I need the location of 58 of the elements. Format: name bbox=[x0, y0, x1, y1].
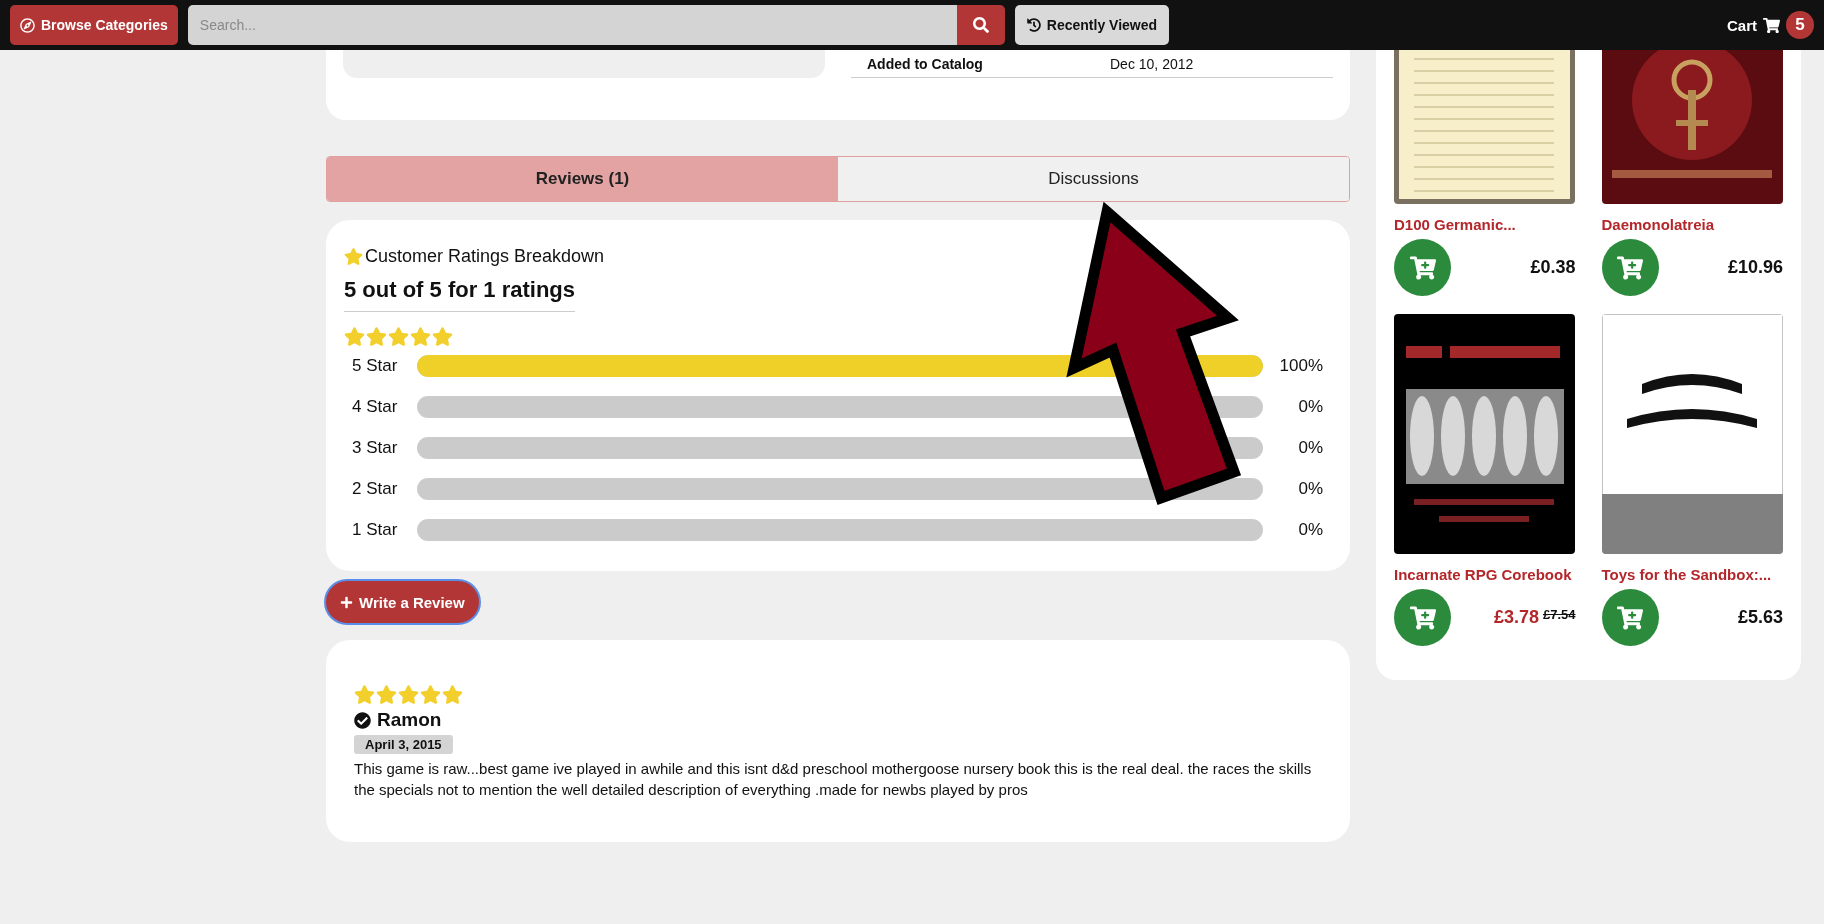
tab[interactable]: Reviews (1) bbox=[327, 157, 838, 201]
add-to-cart-button[interactable] bbox=[1601, 589, 1659, 646]
product-title[interactable]: D100 Germanic... bbox=[1394, 216, 1576, 233]
product-price: £3.78 bbox=[1493, 607, 1539, 628]
star-label: 5 Star bbox=[351, 356, 399, 376]
star-icon bbox=[442, 684, 463, 705]
search-icon bbox=[972, 17, 989, 33]
star-label: 4 Star bbox=[351, 397, 399, 417]
cart-count: 5 bbox=[1786, 11, 1814, 39]
recently-viewed-button[interactable]: Recently Viewed bbox=[1014, 5, 1170, 45]
add-to-cart-button[interactable] bbox=[1394, 239, 1451, 296]
review-date: April 3, 2015 bbox=[354, 735, 453, 754]
star-icon bbox=[420, 684, 441, 705]
history-icon bbox=[1026, 18, 1041, 32]
rating-percent: 0% bbox=[1297, 520, 1323, 540]
cart-plus-icon bbox=[1409, 254, 1436, 281]
detail-value: Dec 10, 2012 bbox=[1110, 55, 1194, 72]
browse-categories-button[interactable]: Browse Categories bbox=[10, 5, 178, 45]
star-icon bbox=[410, 326, 431, 347]
product-price: £0.38 bbox=[1530, 257, 1576, 278]
rating-percent: 100% bbox=[1278, 356, 1323, 376]
old-price: £7.54 bbox=[1542, 607, 1576, 622]
write-review-button[interactable]: Write a Review bbox=[324, 579, 481, 625]
compass-icon bbox=[20, 17, 35, 33]
ratings-summary: 5 out of 5 for 1 ratings bbox=[344, 277, 576, 312]
ratings-title: Customer Ratings Breakdown bbox=[365, 246, 605, 267]
cart-link[interactable]: Cart 5 bbox=[1727, 11, 1814, 39]
review-author: Ramon bbox=[377, 709, 442, 731]
star-label: 1 Star bbox=[351, 520, 399, 540]
search-field[interactable]: Search... bbox=[187, 5, 957, 45]
search-button[interactable] bbox=[956, 5, 1005, 45]
cart-icon bbox=[1763, 16, 1780, 34]
add-to-cart-button[interactable] bbox=[1601, 239, 1659, 296]
product-title[interactable]: Daemonolatreia bbox=[1601, 216, 1783, 233]
cart-plus-icon bbox=[1617, 254, 1643, 281]
product-price: £5.63 bbox=[1737, 607, 1783, 628]
add-to-cart-button[interactable] bbox=[1394, 589, 1451, 646]
star-icon bbox=[398, 684, 419, 705]
star-icon bbox=[344, 326, 365, 347]
cart-plus-icon bbox=[1409, 604, 1436, 631]
star-icon bbox=[366, 326, 387, 347]
review-text: This game is raw...best game ive played in awhile and this isnt d&d preschool mothergoose nursery book this is the real deal. the races the skills the specials not to mention the well detailed description of everything .made for newbs played by pros bbox=[354, 759, 1313, 800]
star-label: 2 Star bbox=[351, 479, 399, 499]
star-icon bbox=[432, 326, 453, 347]
rating-percent: 0% bbox=[1297, 479, 1323, 499]
star-icon bbox=[388, 326, 409, 347]
star-icon bbox=[354, 684, 375, 705]
star-icon bbox=[376, 684, 397, 705]
product-price: £10.96 bbox=[1727, 257, 1783, 278]
detail-label: Added to Catalog bbox=[866, 55, 984, 72]
star-icon bbox=[344, 247, 363, 266]
plus-icon bbox=[340, 595, 353, 609]
cart-plus-icon bbox=[1617, 604, 1643, 631]
rating-percent: 0% bbox=[1297, 397, 1323, 417]
rating-percent: 0% bbox=[1297, 438, 1323, 458]
star-label: 3 Star bbox=[351, 438, 399, 458]
product-title[interactable]: Toys for the Sandbox:... bbox=[1601, 566, 1783, 583]
product-title[interactable]: Incarnate RPG Corebook bbox=[1394, 566, 1576, 583]
